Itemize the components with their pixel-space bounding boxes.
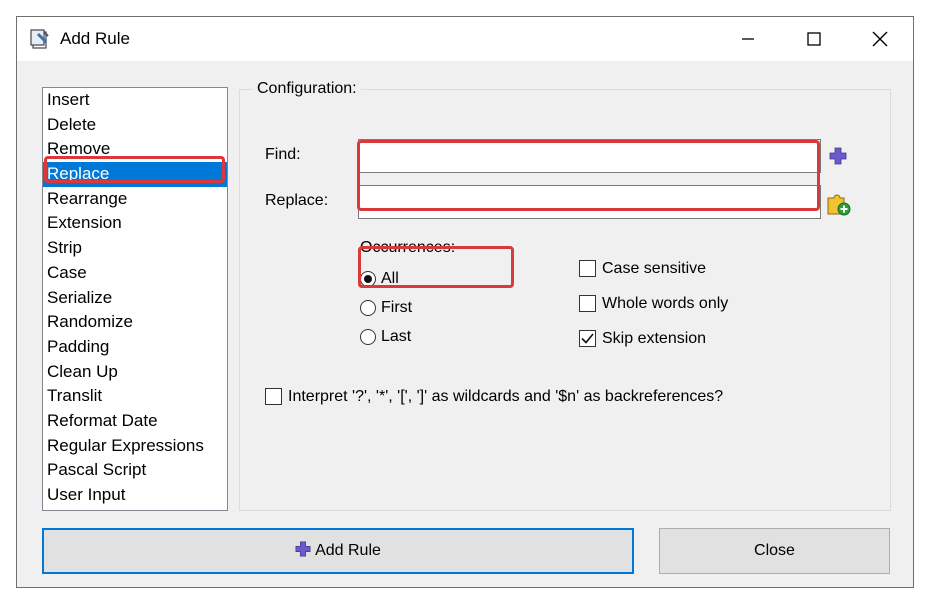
wildcards-label: Interpret '?', '*', '[', ']' as wildcard… (288, 388, 724, 405)
rule-item-remove[interactable]: Remove (43, 137, 227, 162)
rule-item-padding[interactable]: Padding (43, 335, 227, 360)
minimize-button[interactable] (725, 23, 771, 55)
occurrence-last-radio[interactable] (360, 329, 376, 345)
maximize-icon (807, 32, 821, 46)
checkmark-icon (581, 333, 594, 344)
close-window-button[interactable] (857, 23, 903, 55)
rule-item-clean-up[interactable]: Clean Up (43, 360, 227, 385)
rule-item-reformat-date[interactable]: Reformat Date (43, 409, 227, 434)
whole-words-label: Whole words only (602, 295, 729, 312)
case-sensitive-checkbox[interactable] (579, 260, 596, 277)
occurrences-label: Occurrences: (360, 239, 456, 257)
occurrence-last-label: Last (381, 328, 412, 345)
occurrence-all-label: All (381, 270, 399, 287)
skip-extension-label: Skip extension (602, 330, 707, 347)
rule-item-user-input[interactable]: User Input (43, 483, 227, 508)
rule-item-translit[interactable]: Translit (43, 384, 227, 409)
minimize-icon (742, 38, 754, 40)
title-bar: Add Rule (17, 17, 913, 61)
rule-item-delete[interactable]: Delete (43, 113, 227, 138)
whole-words-checkbox[interactable] (579, 295, 596, 312)
rule-item-strip[interactable]: Strip (43, 236, 227, 261)
rule-item-extension[interactable]: Extension (43, 211, 227, 236)
close-button[interactable]: Close (659, 528, 890, 574)
skip-extension-checkbox[interactable] (579, 330, 596, 347)
configuration-label: Configuration: (253, 80, 361, 98)
replace-input[interactable] (358, 185, 821, 219)
rule-type-list[interactable]: Insert Delete Remove Replace Rearrange Extens… (42, 87, 228, 511)
add-rule-button-label: Add Rule (315, 542, 381, 559)
case-sensitive-label: Case sensitive (602, 260, 707, 277)
replace-label: Replace: (265, 192, 329, 209)
find-label: Find: (265, 146, 301, 163)
occurrence-first-label: First (381, 299, 413, 316)
rule-item-case[interactable]: Case (43, 261, 227, 286)
wildcards-checkbox[interactable] (265, 388, 282, 405)
maximize-button[interactable] (791, 23, 837, 55)
rule-item-replace[interactable]: Replace (43, 162, 227, 187)
add-rule-button[interactable]: Add Rule (42, 528, 634, 574)
occurrence-all-radio[interactable] (360, 271, 376, 287)
window-title: Add Rule (60, 29, 130, 48)
app-icon (29, 28, 51, 50)
close-button-label: Close (754, 542, 795, 559)
close-icon (872, 31, 888, 47)
rule-item-insert[interactable]: Insert (43, 88, 227, 113)
add-rule-dialog: Add Rule Insert Delete Remove Replace Rearra… (16, 16, 914, 588)
add-puzzle-icon[interactable] (825, 192, 851, 221)
rule-item-rearrange[interactable]: Rearrange (43, 187, 227, 212)
rule-item-pascal-script[interactable]: Pascal Script (43, 458, 227, 483)
rule-item-serialize[interactable]: Serialize (43, 286, 227, 311)
add-symbol-icon[interactable] (829, 147, 847, 170)
rule-item-regular-expressions[interactable]: Regular Expressions (43, 434, 227, 459)
find-input[interactable] (358, 139, 821, 173)
rule-item-randomize[interactable]: Randomize (43, 310, 227, 335)
add-symbol-icon (295, 541, 311, 557)
occurrence-first-radio[interactable] (360, 300, 376, 316)
